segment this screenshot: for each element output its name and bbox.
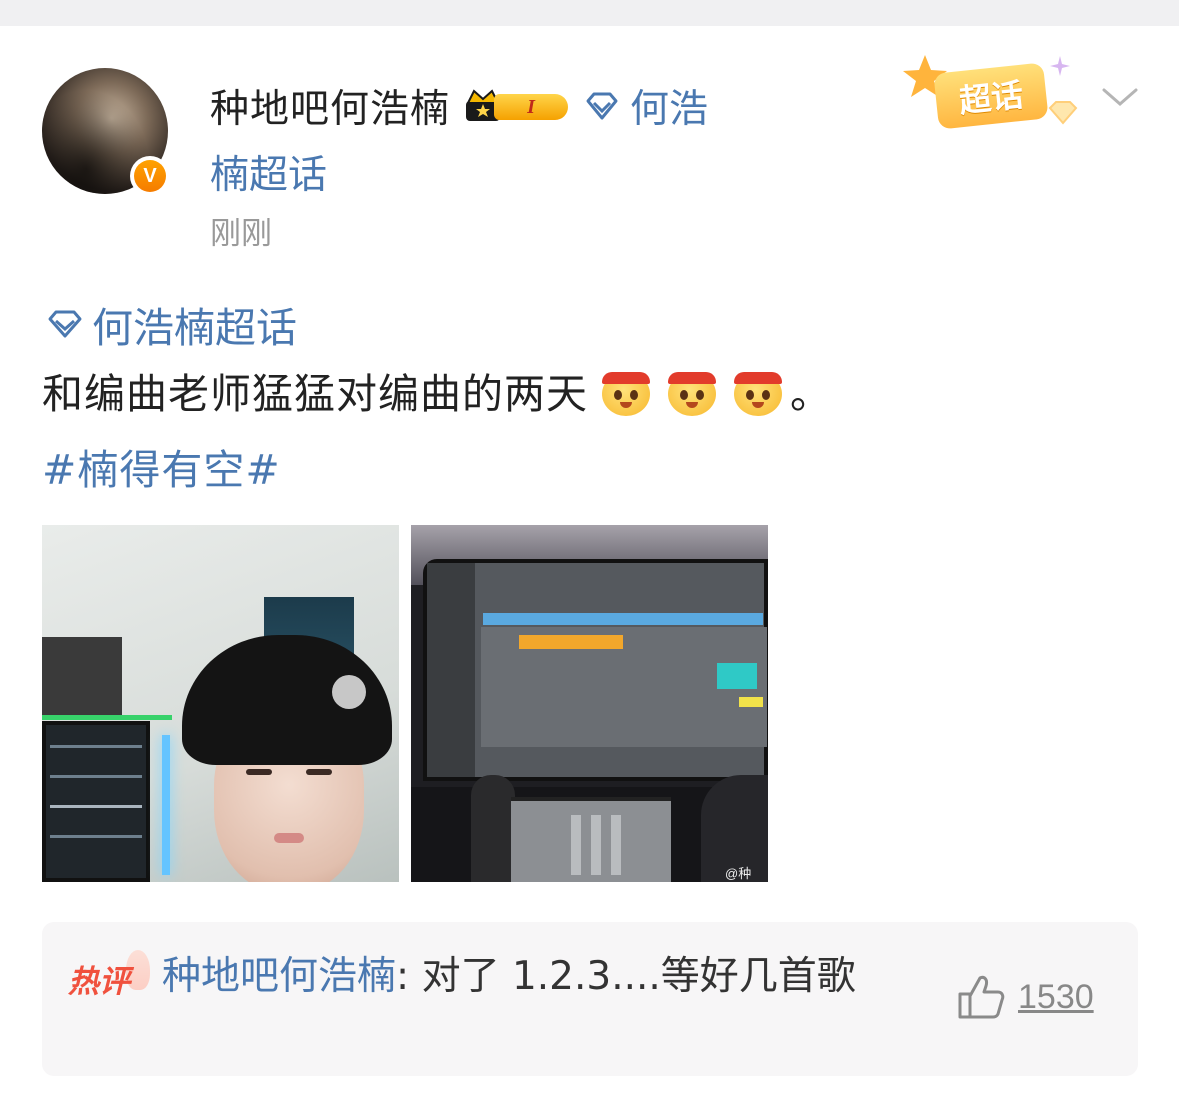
post-text-end: 。	[790, 370, 832, 418]
sparkle-icon	[1050, 56, 1070, 76]
diamond-icon	[48, 310, 82, 338]
post-photo-2[interactable]: @种	[411, 525, 768, 882]
hot-comment-text: 种地吧何浩楠: 对了 1.2.3....等好几首歌	[162, 946, 922, 1008]
post-timestamp: 刚刚	[210, 216, 272, 252]
fan-level-badge[interactable]: I	[462, 86, 572, 126]
cheer-emoji-icon	[598, 362, 654, 418]
topic-label: 何浩楠超话	[92, 304, 297, 352]
super-topic-label-continued[interactable]: 楠超话	[210, 144, 327, 200]
comment-separator: :	[396, 954, 422, 999]
username[interactable]: 种地吧何浩楠	[210, 78, 450, 134]
super-topic-label: 何浩	[630, 87, 709, 132]
verified-badge-icon: V	[130, 156, 170, 196]
cheer-emoji-icon	[664, 362, 720, 418]
small-diamond-icon	[1048, 101, 1078, 125]
hashtag-link[interactable]: #楠得有空#	[42, 436, 281, 496]
comment-body: 对了 1.2.3....等好几首歌	[421, 954, 856, 999]
like-button[interactable]: 1530	[956, 974, 1094, 1020]
post-photo-1[interactable]	[42, 525, 399, 882]
chevron-down-icon[interactable]	[1100, 82, 1140, 112]
like-count: 1530	[1018, 977, 1094, 1016]
weibo-watermark: @种	[725, 866, 752, 881]
chaohua-badge[interactable]: 超话	[900, 52, 1090, 132]
cheer-emoji-icon	[730, 362, 786, 418]
hot-comment[interactable]: 热评 种地吧何浩楠: 对了 1.2.3....等好几首歌 1530	[42, 922, 1138, 1076]
chaohua-label: 超话	[933, 62, 1049, 130]
status-bar	[0, 0, 1179, 26]
super-topic-link[interactable]: 何浩	[582, 78, 708, 134]
post-text: 和编曲老师猛猛对编曲的两天	[42, 370, 588, 418]
thumbs-up-icon	[958, 975, 1005, 1019]
topic-link[interactable]: 何浩楠超话	[44, 294, 297, 354]
comment-author[interactable]: 种地吧何浩楠	[162, 954, 396, 999]
level-label: I	[494, 94, 569, 120]
post-body: 和编曲老师猛猛对编曲的两天 。	[42, 360, 832, 420]
diamond-icon	[586, 92, 618, 120]
hot-comment-tag: 热评	[68, 950, 150, 1000]
post-header: 种地吧何浩楠 I 何浩	[210, 78, 708, 134]
